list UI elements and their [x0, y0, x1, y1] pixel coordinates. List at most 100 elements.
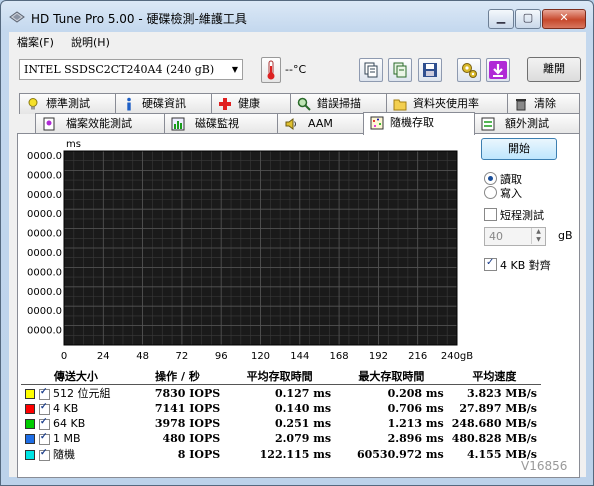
random-access-icon [370, 116, 384, 130]
thermometer-icon [267, 60, 275, 80]
save-button[interactable] [418, 58, 442, 82]
y-tick-label: 0000.0 [27, 229, 62, 240]
tab-health[interactable]: 健康 [211, 93, 291, 114]
transfer-size-cell: 1 MB [21, 431, 131, 446]
tab-aam-label: AAM [308, 117, 333, 130]
maximize-button[interactable]: ▢ [515, 9, 541, 29]
tab-disk-monitor[interactable]: 磁碟監視 [164, 113, 278, 134]
download-button[interactable] [486, 58, 510, 82]
tab-folder-usage[interactable]: 資料夾使用率 [386, 93, 508, 114]
table-row: 隨機8 IOPS122.115 ms60530.972 ms4.155 MB/s [21, 446, 541, 462]
y-tick-label: 0000.0 [27, 170, 62, 181]
results-header-row: 傳送大小 操作 / 秒 平均存取時間 最大存取時間 平均速度 [21, 368, 541, 385]
x-tick-label: 48 [136, 351, 149, 362]
avg-access-cell: 0.140 ms [274, 402, 332, 415]
avg-access-cell: 2.079 ms [274, 432, 332, 445]
ops-cell: 480 IOPS [162, 432, 221, 445]
title-bar[interactable]: HD Tune Pro 5.00 - 硬碟檢測-維護工具 ▁ ▢ ✕ [1, 1, 593, 33]
y-tick-label: 0000.0 [27, 287, 62, 298]
x-tick-label: 0 [61, 351, 67, 362]
watermark: V16856 [521, 459, 568, 473]
health-cross-icon [219, 98, 231, 110]
tab-folder-usage-label: 資料夾使用率 [413, 97, 479, 110]
align-4kb-checkbox[interactable] [484, 257, 497, 271]
x-tick-label: 120 [251, 351, 270, 362]
tab-info-label: 硬碟資訊 [142, 97, 186, 110]
tab-extra-tests[interactable]: 額外測試 [474, 113, 580, 134]
tab-file-benchmark[interactable]: 檔案效能測試 [35, 113, 165, 134]
x-tick-label: 168 [330, 351, 349, 362]
series-checkbox[interactable] [39, 432, 50, 445]
tab-health-label: 健康 [238, 97, 260, 110]
drive-select[interactable]: INTEL SSDSC2CT240A4 (240 gB) ▼ [19, 59, 243, 80]
series-checkbox[interactable] [39, 402, 50, 415]
col-ops-per-sec: 操作 / 秒 [130, 368, 225, 385]
menu-help[interactable]: 說明(H) [71, 34, 110, 50]
y-tick-label: 0000.0 [27, 248, 62, 259]
series-checkbox[interactable] [39, 448, 50, 461]
copy-all-icon [393, 62, 407, 78]
minimize-button[interactable]: ▁ [488, 9, 514, 29]
write-radio[interactable] [484, 186, 497, 199]
tab-erase[interactable]: 清除 [507, 93, 580, 114]
menu-file[interactable]: 檔案(F) [17, 34, 54, 50]
copy-info-button[interactable] [359, 58, 383, 82]
tab-erase-label: 清除 [534, 97, 556, 110]
table-row: 4 KB 7141 IOPS 0.140 ms 0.706 ms 27.897 MB/s [21, 401, 541, 416]
menu-bar: 檔案(F) 說明(H) [9, 32, 586, 52]
avg-access-cell: 0.251 ms [274, 417, 332, 430]
tab-benchmark[interactable]: 標準測試 [19, 93, 116, 114]
short-test-size-input[interactable]: 40 ▲ ▼ [484, 227, 546, 246]
avg-speed-cell: 27.897 MB/s [459, 402, 537, 415]
align-4kb-label: 4 KB 對齊 [500, 259, 551, 272]
x-tick-label: 240gB [441, 351, 473, 362]
folder-icon [393, 99, 407, 111]
transfer-size-label: 4 KB [53, 402, 79, 415]
maximize-icon: ▢ [522, 11, 534, 24]
x-tick-label: 24 [97, 351, 110, 362]
hd-tune-app-icon [9, 11, 25, 23]
access-time-chart: 0 24 48 72 96 120 144 168 192 216 240gB 0000.0 0000.… [27, 139, 473, 362]
client-area: INTEL SSDSC2CT240A4 (240 gB) ▼ --°C 離開 標… [9, 52, 586, 478]
series-color-swatch [25, 434, 35, 444]
copy-all-button[interactable] [388, 58, 412, 82]
start-button[interactable]: 開始 [481, 138, 557, 160]
series-checkbox[interactable] [39, 387, 50, 400]
tab-random-access[interactable]: 隨機存取 [363, 112, 475, 135]
x-tick-label: 216 [408, 351, 427, 362]
tab-disk-monitor-label: 磁碟監視 [195, 117, 239, 130]
tab-error-scan[interactable]: 錯誤掃描 [290, 93, 387, 114]
transfer-size-label: 512 位元組 [53, 387, 111, 400]
transfer-size-cell: 4 KB [21, 401, 131, 416]
spin-up-icon[interactable]: ▲ [531, 228, 545, 236]
results-table: 傳送大小 操作 / 秒 平均存取時間 最大存取時間 平均速度 512 位元組 78… [21, 368, 541, 462]
max-access-cell: 1.213 ms [387, 417, 444, 430]
read-radio[interactable] [484, 172, 497, 185]
tab-info[interactable]: 硬碟資訊 [115, 93, 212, 114]
col-avg-speed: 平均速度 [447, 368, 541, 385]
temperature-button[interactable] [261, 57, 281, 83]
gears-icon [462, 63, 477, 78]
bulb-icon [28, 98, 38, 110]
close-icon: ✕ [559, 11, 569, 24]
short-test-label: 短程測試 [500, 209, 544, 222]
write-label: 寫入 [500, 187, 522, 200]
ops-cell: 8 IOPS [177, 447, 221, 461]
disk-monitor-icon [171, 117, 185, 131]
download-arrow-icon [489, 61, 507, 79]
main-window: HD Tune Pro 5.00 - 硬碟檢測-維護工具 ▁ ▢ ✕ 檔案(F)… [0, 0, 594, 486]
tab-aam[interactable]: AAM [277, 113, 364, 134]
avg-speed-cell: 480.828 MB/s [451, 432, 537, 445]
close-button[interactable]: ✕ [542, 9, 586, 29]
y-tick-label: 0000.0 [27, 267, 62, 278]
spin-down-icon[interactable]: ▼ [531, 236, 545, 244]
magnifier-icon [297, 97, 311, 111]
series-checkbox[interactable] [39, 417, 50, 430]
y-tick-label: 0000.0 [27, 326, 62, 337]
exit-button[interactable]: 離開 [527, 57, 581, 82]
table-row: 1 MB 480 IOPS 2.079 ms 2.896 ms 480.828 MB/s [21, 431, 541, 446]
avg-speed-cell: 248.680 MB/s [451, 417, 537, 430]
options-button[interactable] [457, 58, 481, 82]
short-test-checkbox[interactable] [484, 208, 497, 221]
ops-cell: 7141 IOPS [154, 402, 221, 415]
